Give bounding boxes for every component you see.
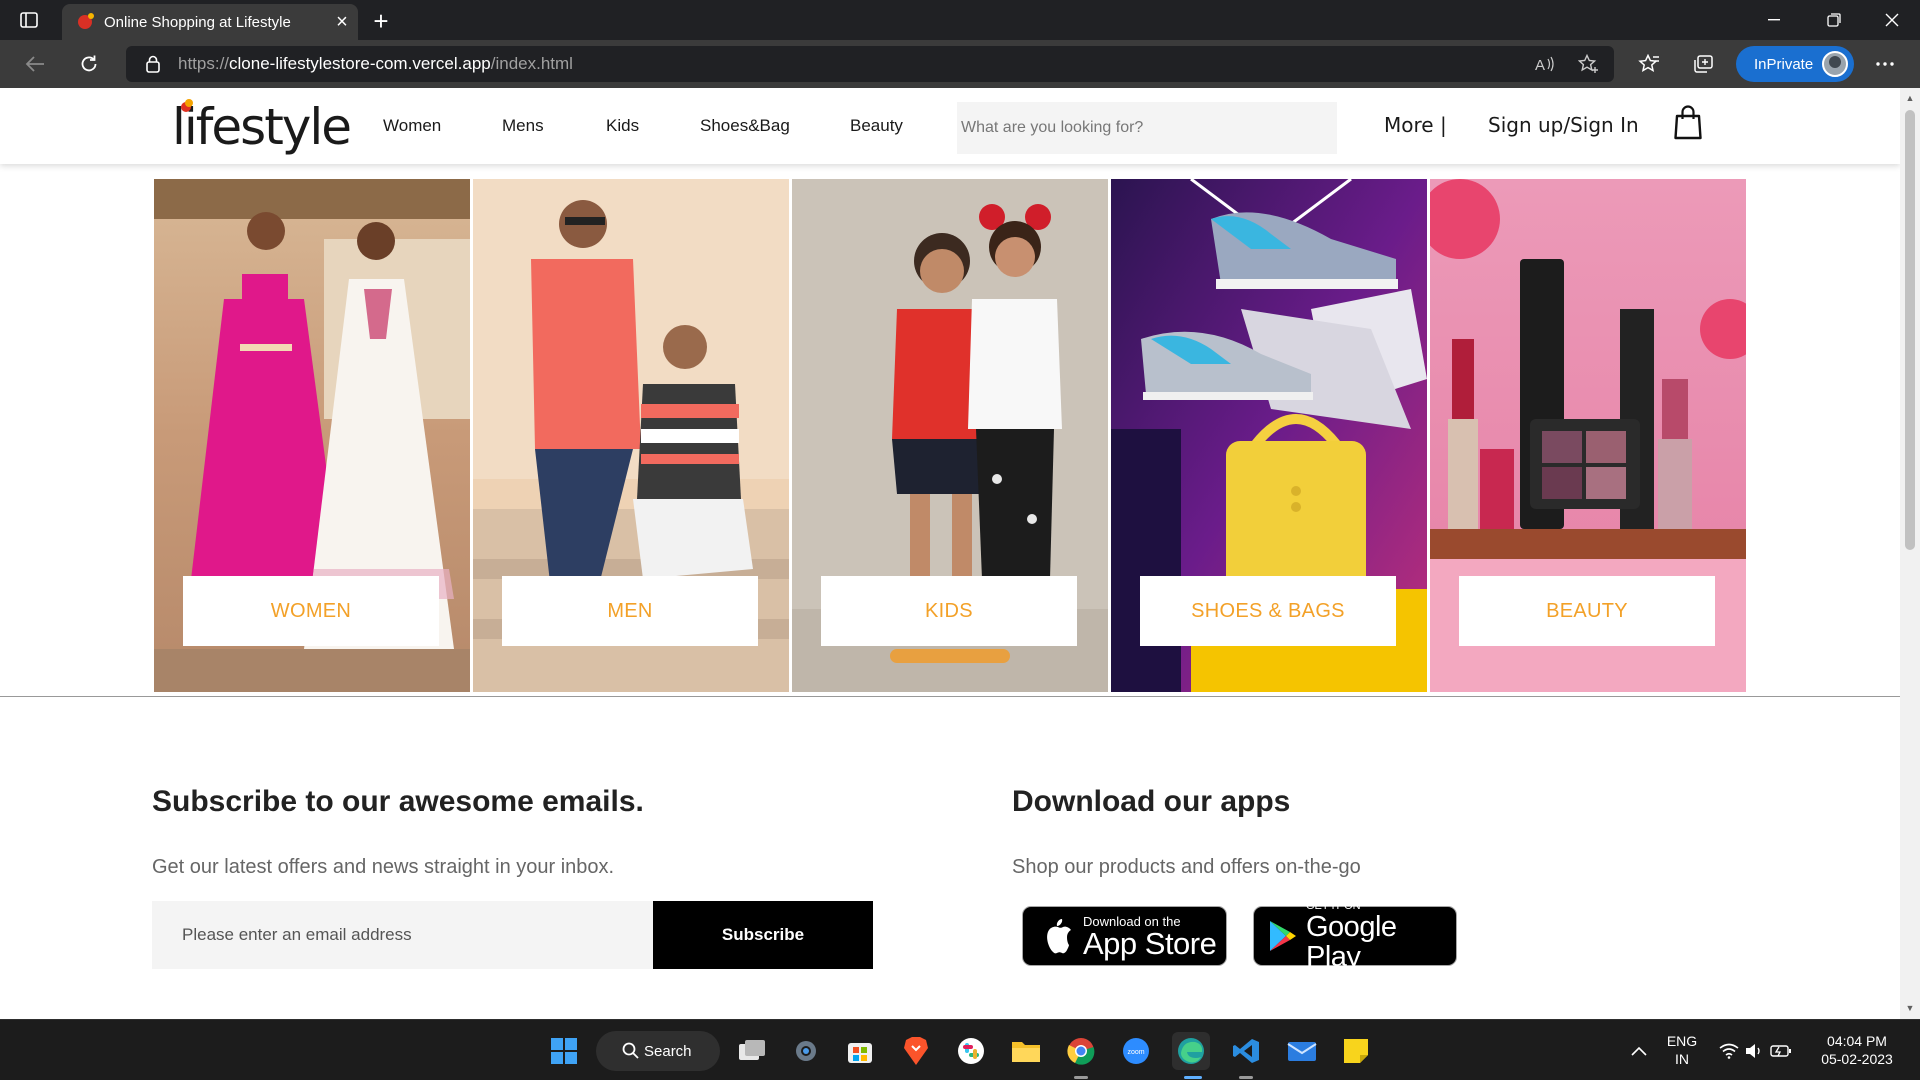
subscribe-subtitle: Get our latest offers and news straight … — [152, 856, 615, 878]
category-tile-men[interactable]: MEN — [473, 179, 789, 692]
refresh-icon[interactable] — [72, 48, 106, 80]
category-tile-shoes-bags[interactable]: SHOES & BAGS — [1111, 179, 1427, 692]
site-header: lifestyle Women Mens Kids Shoes&Bag Beau… — [0, 88, 1900, 164]
clock[interactable]: 04:04 PM 05-02-2023 — [1814, 1032, 1900, 1068]
read-aloud-icon[interactable]: A — [1532, 52, 1558, 76]
tab-actions-icon[interactable] — [18, 10, 40, 30]
minimize-icon[interactable] — [1746, 0, 1802, 40]
page-scrollbar[interactable]: ▲ ▼ — [1900, 88, 1920, 1019]
category-tile-women[interactable]: WOMEN — [154, 179, 470, 692]
favorites-icon[interactable] — [1632, 48, 1666, 80]
apple-icon — [1041, 917, 1073, 955]
url-text[interactable]: https://clone-lifestylestore-com.vercel.… — [178, 54, 573, 74]
collections-icon[interactable] — [1686, 48, 1720, 80]
subscribe-title: Subscribe to our awesome emails. — [152, 785, 644, 818]
lock-icon[interactable] — [146, 55, 160, 73]
clock-date: 05-02-2023 — [1821, 1051, 1893, 1067]
site-favicon-icon — [78, 13, 94, 29]
settings-gear-icon[interactable] — [787, 1032, 825, 1070]
battery-icon[interactable] — [1762, 1032, 1800, 1070]
inprivate-button[interactable]: InPrivate — [1736, 46, 1854, 82]
brave-browser-icon[interactable] — [897, 1032, 935, 1070]
sticky-notes-icon[interactable] — [1337, 1032, 1375, 1070]
language-code: ENG — [1666, 1033, 1698, 1049]
vscode-running-indicator — [1239, 1076, 1253, 1079]
nav-kids[interactable]: Kids — [606, 116, 639, 136]
category-label-beauty[interactable]: BEAUTY — [1459, 576, 1715, 646]
nav-shoes-bag[interactable]: Shoes&Bag — [700, 116, 790, 136]
svg-text:zoom: zoom — [1127, 1049, 1144, 1056]
scroll-down-icon[interactable]: ▼ — [1900, 1000, 1920, 1016]
chrome-running-indicator — [1074, 1076, 1088, 1079]
language-indicator[interactable]: ENG IN — [1662, 1032, 1702, 1068]
browser-tab-bar: Online Shopping at Lifestyle × + — [0, 0, 1920, 40]
apps-subtitle: Shop our products and offers on-the-go — [1012, 856, 1361, 878]
taskbar-search-label: Search — [644, 1042, 692, 1060]
mail-icon[interactable] — [1283, 1032, 1321, 1070]
category-label-men[interactable]: MEN — [502, 576, 758, 646]
google-play-big-text: Google Play — [1306, 911, 1397, 973]
category-label-women[interactable]: WOMEN — [183, 576, 439, 646]
region-code: IN — [1675, 1051, 1689, 1067]
shopping-bag-icon[interactable] — [1673, 105, 1703, 141]
subscribe-button[interactable]: Subscribe — [653, 901, 873, 969]
profile-avatar-icon — [1822, 51, 1848, 77]
add-favorite-icon[interactable] — [1576, 52, 1602, 76]
email-input[interactable] — [152, 901, 653, 969]
scrollbar-thumb[interactable] — [1905, 110, 1915, 550]
search-input[interactable] — [957, 102, 1337, 154]
taskbar-search[interactable]: Search — [596, 1031, 720, 1071]
close-window-icon[interactable] — [1864, 0, 1920, 40]
task-view-icon[interactable] — [733, 1032, 771, 1070]
windows-taskbar: Search zoom ENG IN 04:04 PM 05-02-2023 — [0, 1019, 1920, 1080]
web-page: lifestyle Women Mens Kids Shoes&Bag Beau… — [0, 88, 1900, 1019]
vscode-icon[interactable] — [1227, 1032, 1265, 1070]
show-hidden-icons-icon[interactable] — [1620, 1032, 1658, 1070]
more-link[interactable]: More | — [1384, 113, 1447, 137]
browser-tab-active[interactable]: Online Shopping at Lifestyle × — [62, 4, 358, 40]
slack-icon[interactable] — [952, 1032, 990, 1070]
chrome-icon[interactable] — [1062, 1032, 1100, 1070]
google-play-button[interactable]: GET IT ON Google Play — [1253, 900, 1457, 972]
inprivate-label: InPrivate — [1754, 55, 1814, 73]
category-label-shoes-bags[interactable]: SHOES & BAGS — [1140, 576, 1396, 646]
microsoft-store-icon[interactable] — [841, 1032, 879, 1070]
category-label-kids[interactable]: KIDS — [821, 576, 1077, 646]
restore-icon[interactable] — [1806, 0, 1862, 40]
nav-beauty[interactable]: Beauty — [850, 116, 903, 136]
search-icon — [622, 1042, 639, 1063]
google-play-icon — [1268, 919, 1298, 953]
clock-time: 04:04 PM — [1827, 1033, 1887, 1049]
svg-text:A: A — [1535, 57, 1545, 73]
edge-icon[interactable] — [1172, 1032, 1210, 1070]
apps-title: Download our apps — [1012, 785, 1291, 818]
edge-running-indicator — [1184, 1076, 1202, 1079]
nav-mens[interactable]: Mens — [502, 116, 544, 136]
tab-title: Online Shopping at Lifestyle — [104, 13, 291, 31]
browser-toolbar: https://clone-lifestylestore-com.vercel.… — [0, 40, 1920, 88]
category-tile-beauty[interactable]: BEAUTY — [1430, 179, 1746, 692]
address-bar[interactable]: https://clone-lifestylestore-com.vercel.… — [126, 46, 1614, 82]
zoom-icon[interactable]: zoom — [1117, 1032, 1155, 1070]
scroll-up-icon[interactable]: ▲ — [1900, 90, 1920, 106]
category-tile-kids[interactable]: KIDS — [792, 179, 1108, 692]
section-divider — [0, 696, 1900, 697]
more-options-icon[interactable] — [1868, 48, 1902, 80]
nav-women[interactable]: Women — [383, 116, 441, 136]
logo-dot-icon — [181, 99, 193, 112]
windows-start-icon[interactable] — [545, 1032, 583, 1070]
close-tab-icon[interactable]: × — [326, 6, 358, 38]
lifestyle-logo[interactable]: lifestyle — [172, 98, 352, 156]
app-store-button[interactable]: Download on the App Store — [1022, 906, 1227, 966]
file-explorer-icon[interactable] — [1007, 1032, 1045, 1070]
back-icon[interactable] — [18, 48, 52, 80]
app-store-big-text: App Store — [1083, 925, 1217, 961]
signin-link[interactable]: Sign up/Sign In — [1488, 113, 1639, 137]
new-tab-icon[interactable]: + — [366, 6, 396, 36]
